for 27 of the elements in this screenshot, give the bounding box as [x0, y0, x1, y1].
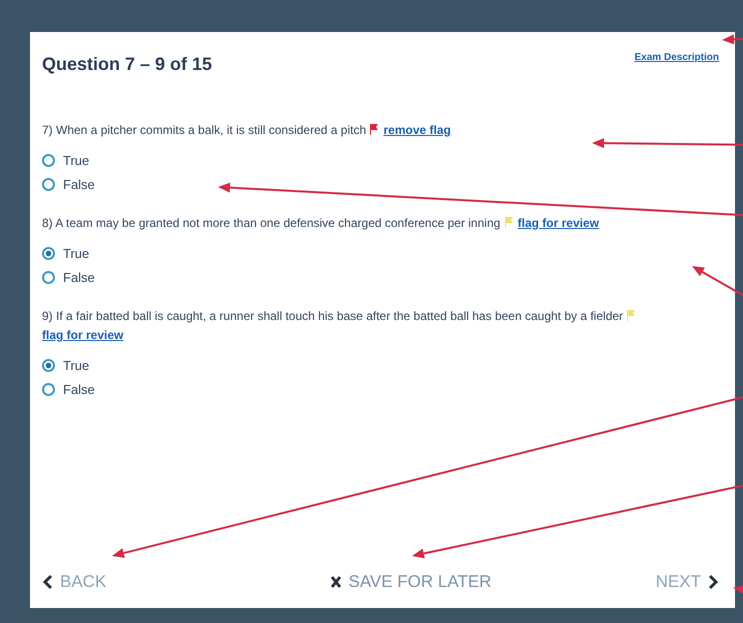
radio-option[interactable]: True — [42, 148, 719, 172]
question-text: 8) A team may be granted not more than one defensive charged conference per inning — [42, 216, 502, 230]
annotation-arrow — [733, 584, 743, 594]
question-text: 7) When a pitcher commits a balk, it is still considered a pitch — [42, 123, 368, 137]
radio-button[interactable] — [42, 154, 55, 166]
flag-for-review-link[interactable]: flag for review — [42, 328, 124, 342]
radio-button[interactable] — [42, 382, 55, 396]
radio-option[interactable]: False — [42, 377, 719, 401]
chevron-left-icon — [42, 574, 54, 590]
annotation-arrow — [722, 34, 743, 44]
radio-option[interactable]: True — [42, 353, 719, 377]
radio-button[interactable] — [42, 246, 55, 260]
radio-option[interactable]: False — [42, 172, 719, 196]
flag-for-review-link[interactable]: flag for review — [518, 216, 599, 230]
radio-option[interactable]: False — [42, 265, 719, 289]
question-text: 9) If a fair batted ball is caught, a runner shall touch his base after the batted ball has been caught by a fielder — [42, 309, 624, 323]
save-for-later-button[interactable]: SAVE FOR LATER — [330, 570, 492, 594]
remove-flag-link[interactable]: remove flag — [383, 123, 451, 137]
radio-option[interactable]: True — [42, 241, 719, 265]
chevron-right-icon — [706, 574, 719, 590]
radio-button[interactable] — [42, 270, 55, 284]
radio-button[interactable] — [42, 358, 55, 372]
exam-description-link[interactable]: Exam Description — [634, 52, 719, 63]
annotation-arrow — [692, 266, 743, 296]
radio-button[interactable] — [42, 178, 55, 190]
dialog-title: Question 7 – 9 of 15 — [42, 54, 212, 75]
close-icon — [330, 574, 342, 590]
